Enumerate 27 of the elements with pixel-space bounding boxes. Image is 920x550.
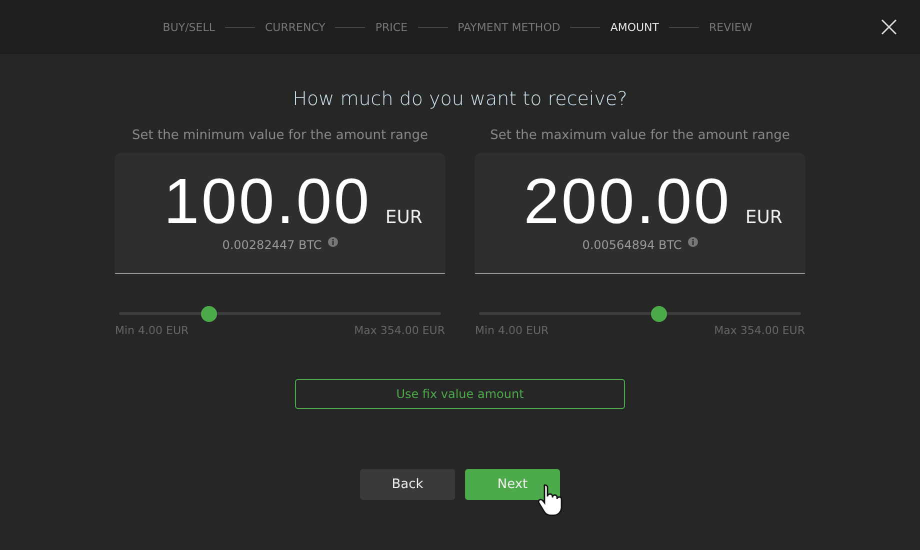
question-heading: How much do you want to receive? (292, 88, 628, 110)
fix-value-button[interactable]: Use fix value amount (295, 379, 625, 409)
info-icon[interactable] (328, 237, 338, 247)
amount-value[interactable]: 200.00 (524, 169, 732, 233)
range-caption: Set the minimum value for the amount range (131, 128, 429, 143)
step-tab[interactable]: CURRENCY (265, 20, 326, 34)
step-tab[interactable]: BUY/SELL (162, 20, 215, 34)
step-tab[interactable]: AMOUNT (610, 20, 660, 34)
back-button[interactable]: Back (360, 469, 455, 500)
min-label: Min 4.00 EUR (115, 324, 189, 337)
step-tab[interactable]: PRICE (375, 20, 408, 34)
max-label: Max 354.00 EUR (354, 324, 445, 337)
amount-value[interactable]: 100.00 (164, 169, 372, 233)
info-icon[interactable] (688, 237, 698, 247)
next-button[interactable]: Next (465, 469, 560, 500)
slider-thumb[interactable] (651, 306, 668, 322)
step-tab[interactable]: PAYMENT METHOD (458, 20, 560, 34)
max-label: Max 354.00 EUR (714, 324, 805, 337)
step-tab[interactable]: REVIEW (709, 20, 752, 34)
slider-thumb[interactable] (201, 306, 218, 322)
range-caption: Set the maximum value for the amount range (489, 128, 791, 143)
converted-amount: 0.00564894 BTC (582, 238, 682, 252)
currency-label: EUR (385, 207, 422, 228)
close-icon[interactable] (881, 19, 897, 35)
converted-amount: 0.00282447 BTC (222, 238, 322, 252)
currency-label: EUR (745, 207, 782, 228)
min-label: Min 4.00 EUR (475, 324, 549, 337)
